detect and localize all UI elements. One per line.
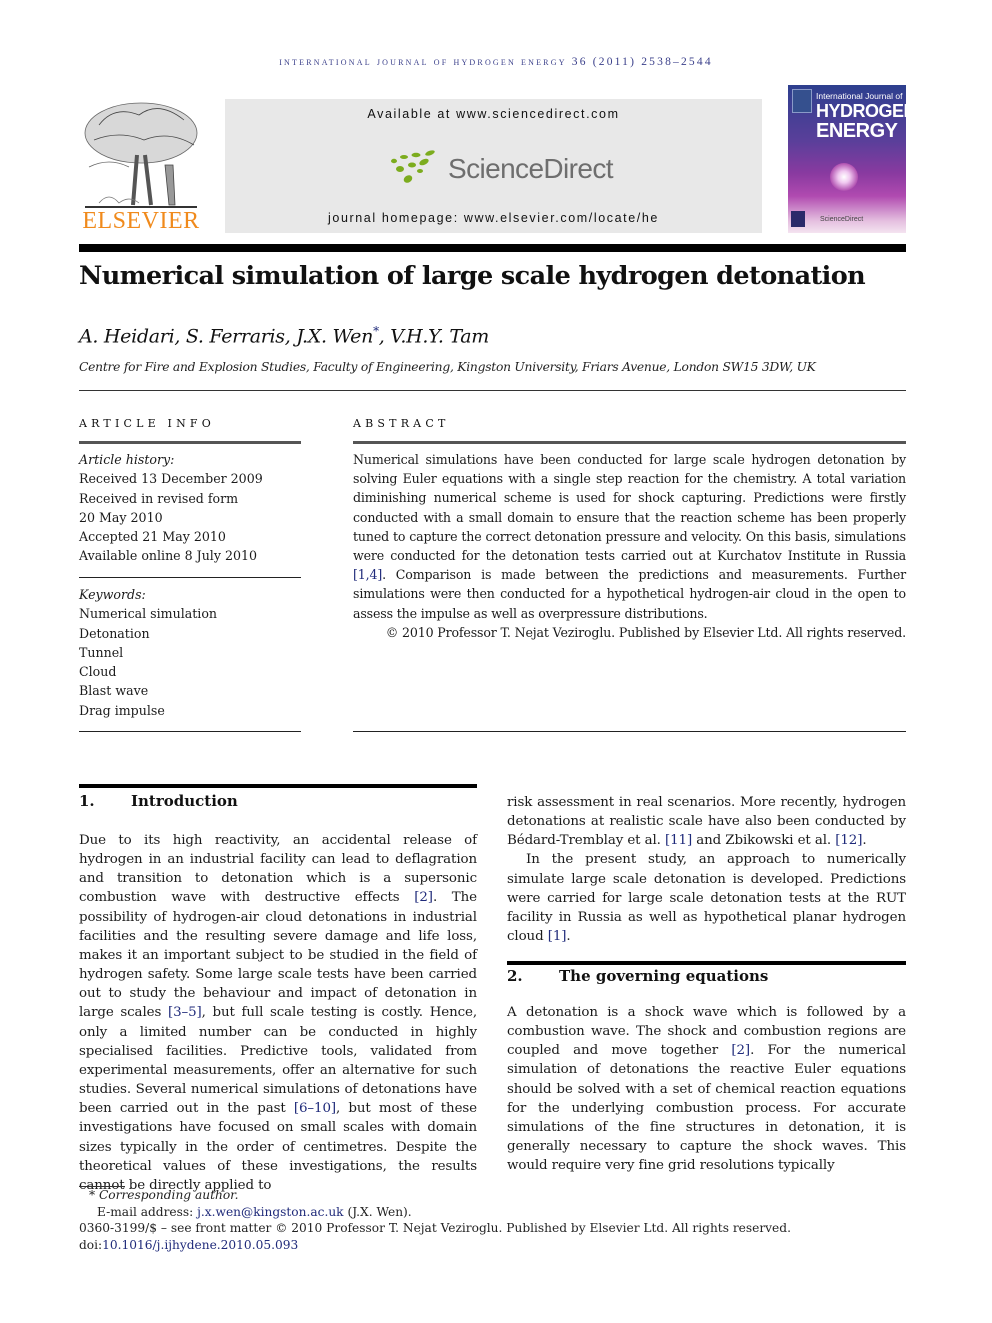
keywords-block: Keywords: Numerical simulation Detonatio… bbox=[79, 585, 301, 720]
section-rule bbox=[507, 961, 906, 965]
history-item: Received in revised form bbox=[79, 490, 239, 506]
front-matter-line: 0360-3199/$ – see front matter © 2010 Pr… bbox=[79, 1221, 791, 1235]
governing-equations-text: A detonation is a shock wave which is fo… bbox=[507, 1003, 906, 1175]
citation-link[interactable]: [1,4] bbox=[353, 567, 382, 582]
doi-label: doi: bbox=[79, 1237, 103, 1252]
doi-line: doi:10.1016/j.ijhydene.2010.05.093 bbox=[79, 1237, 879, 1254]
paragraph: In the present study, an approach to num… bbox=[507, 850, 906, 946]
sciencedirect-logo-text: ScienceDirect bbox=[448, 153, 614, 184]
section-number: 1. bbox=[79, 792, 95, 810]
introduction-text-left: Due to its high reactivity, an accidenta… bbox=[79, 831, 477, 1195]
abstract-text: Numerical simulations have been conducte… bbox=[353, 450, 906, 642]
citation-link[interactable]: [1] bbox=[548, 929, 567, 944]
keyword: Detonation bbox=[79, 625, 150, 641]
citation-link[interactable]: [6–10] bbox=[294, 1101, 336, 1116]
abstract-rule bbox=[353, 441, 906, 444]
history-item: Available online 8 July 2010 bbox=[79, 548, 258, 564]
keyword: Cloud bbox=[79, 664, 117, 680]
author-name: A. Heidari, bbox=[79, 325, 186, 348]
header-rule bbox=[79, 244, 906, 252]
cover-title-line2: HYDROGEN bbox=[816, 101, 906, 121]
citation-link[interactable]: [3–5] bbox=[168, 1005, 202, 1020]
running-head: INTERNATIONAL JOURNAL OF HYDROGEN ENERGY… bbox=[279, 56, 713, 68]
abstract-text-part: . Comparison is made between the predict… bbox=[353, 567, 906, 621]
keyword: Numerical simulation bbox=[79, 606, 218, 622]
introduction-text-right: risk assessment in real scenarios. More … bbox=[507, 793, 906, 946]
citation-link[interactable]: [12] bbox=[835, 833, 862, 848]
article-info-heading: ARTICLE INFO bbox=[79, 417, 215, 430]
keyword: Tunnel bbox=[79, 644, 124, 660]
section-heading-introduction: 1. Introduction bbox=[79, 792, 238, 810]
affiliation: Centre for Fire and Explosion Studies, F… bbox=[79, 360, 816, 374]
author-name: , V.H.Y. Tam bbox=[378, 325, 490, 348]
body-text: . The possibility of hydrogen-air cloud … bbox=[79, 890, 477, 1021]
sciencedirect-banner: Available at www.sciencedirect.com Scien… bbox=[225, 99, 762, 233]
footnote-mark: * bbox=[89, 1188, 96, 1202]
author-name: J.X. Wen bbox=[296, 325, 374, 348]
email-footnote: E-mail address: j.x.wen@kingston.ac.uk (… bbox=[79, 1204, 879, 1221]
footnotes: * Corresponding author. E-mail address: … bbox=[79, 1186, 879, 1253]
abstract-end-rule bbox=[353, 731, 906, 732]
body-text: . For the numerical simulation of detona… bbox=[507, 1043, 906, 1174]
email-link[interactable]: j.x.wen@kingston.ac.uk bbox=[197, 1205, 343, 1219]
sciencedirect-dots-icon bbox=[391, 150, 435, 183]
abstract-heading: ABSTRACT bbox=[353, 417, 450, 430]
sciencedirect-logo[interactable]: ScienceDirect bbox=[390, 147, 614, 189]
available-at-text[interactable]: Available at www.sciencedirect.com bbox=[225, 107, 762, 121]
history-item: Accepted 21 May 2010 bbox=[79, 529, 226, 545]
cover-orb-graphic bbox=[830, 163, 858, 191]
section-title: The governing equations bbox=[559, 967, 769, 985]
email-suffix: (J.X. Wen). bbox=[343, 1204, 412, 1219]
section-title: Introduction bbox=[131, 792, 238, 810]
article-info: Article history: Received 13 December 20… bbox=[79, 450, 301, 566]
body-text: , but full scale testing is costly. Henc… bbox=[79, 1005, 478, 1117]
section-rule bbox=[79, 784, 477, 788]
email-label: E-mail address: bbox=[97, 1204, 198, 1219]
abstract-text-part: Numerical simulations have been conducte… bbox=[353, 452, 906, 564]
author-list: A. Heidari, S. Ferraris, J.X. Wen*, V.H.… bbox=[79, 324, 489, 347]
section-heading-governing-equations: 2. The governing equations bbox=[507, 967, 768, 985]
body-text: . bbox=[862, 833, 867, 849]
keyword: Drag impulse bbox=[79, 702, 165, 718]
body-text: and Zbikowski et al. bbox=[692, 833, 836, 849]
journal-homepage-link[interactable]: journal homepage: www.elsevier.com/locat… bbox=[225, 211, 762, 225]
article-info-rule bbox=[79, 441, 301, 444]
author-name: S. Ferraris, bbox=[185, 325, 297, 348]
history-label: Article history: bbox=[79, 452, 175, 467]
cover-badge-icon bbox=[791, 211, 805, 227]
cover-title-line3: ENERGY bbox=[816, 120, 898, 142]
history-item: Received 13 December 2009 bbox=[79, 471, 263, 487]
elsevier-wordmark: ELSEVIER bbox=[82, 208, 200, 234]
cover-title-line1: International Journal of bbox=[816, 91, 903, 101]
keywords-label: Keywords: bbox=[79, 587, 146, 602]
keyword: Blast wave bbox=[79, 683, 149, 699]
body-text: . bbox=[566, 929, 571, 945]
paper-title: Numerical simulation of large scale hydr… bbox=[79, 261, 866, 291]
cover-thumbnail-icon bbox=[792, 89, 812, 113]
affiliation-rule bbox=[79, 390, 906, 391]
citation-link[interactable]: [2] bbox=[731, 1043, 750, 1058]
section-number: 2. bbox=[507, 967, 523, 985]
corresponding-author-label: Corresponding author. bbox=[98, 1188, 239, 1202]
article-info-end-rule bbox=[79, 731, 301, 732]
journal-cover-image: International Journal of HYDROGEN ENERGY… bbox=[788, 85, 906, 233]
corresponding-footnote: * Corresponding author. bbox=[79, 1187, 879, 1204]
keywords-rule bbox=[79, 577, 301, 578]
doi-link[interactable]: 10.1016/j.ijhydene.2010.05.093 bbox=[102, 1238, 298, 1252]
citation-link[interactable]: [2] bbox=[414, 890, 433, 905]
abstract-copyright: © 2010 Professor T. Nejat Veziroglu. Pub… bbox=[385, 624, 906, 640]
cover-sciencedirect-text: ScienceDirect bbox=[820, 216, 864, 223]
history-item: 20 May 2010 bbox=[79, 509, 163, 525]
citation-link[interactable]: [11] bbox=[665, 833, 692, 848]
